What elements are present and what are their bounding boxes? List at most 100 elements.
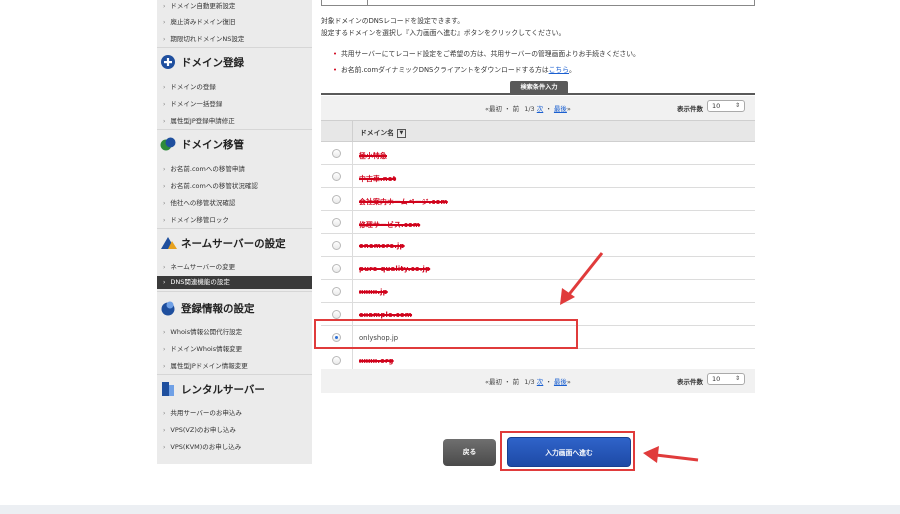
sidebar-item-shared-server[interactable]: › 共用サーバーのお申込み [163, 407, 242, 417]
section-title: ドメイン登録 [181, 56, 244, 69]
sidebar-item-label: ドメイン自動更新設定 [170, 2, 236, 10]
per-page-value: 10 [712, 375, 721, 383]
section-heading-registration-info: 登録情報の設定 [160, 298, 255, 318]
pager: «最初 ・ 前 1/3 次 ・ 最後» [485, 103, 571, 113]
table-row: 会社案内ホームページ.com [321, 188, 755, 211]
section-heading-rental-server: レンタルサーバー [160, 379, 265, 399]
pager-last-link[interactable]: 最後 [554, 105, 567, 113]
sidebar-item-vps-kvm[interactable]: › VPS(KVM)のお申し込み [163, 441, 241, 451]
table-row: onemore.jp [321, 234, 755, 257]
pager-end: » [566, 105, 571, 113]
section-title: ネームサーバーの設定 [181, 237, 286, 250]
divider [157, 374, 312, 375]
sidebar-item-label: ネームサーバーの変更 [170, 263, 236, 271]
domain-name: 会社案内ホームページ.com [359, 198, 448, 206]
domain-name: xxxx.jp [359, 288, 388, 296]
sidebar-item-restore-domain[interactable]: › 廃止済みドメイン復旧 [163, 16, 235, 26]
sidebar-item-nameserver-change[interactable]: › ネームサーバーの変更 [163, 261, 235, 271]
highlight-box [500, 431, 635, 471]
back-button[interactable]: 戻る [443, 439, 496, 466]
notice-item: • お名前.comダイナミックDNSクライアントをダウンロードする方はこちら。 [333, 66, 576, 74]
pager-next-link[interactable]: 次 [537, 378, 544, 386]
sidebar-item-jp-fix[interactable]: › 属性型JP登録申請修正 [163, 115, 235, 125]
sidebar-item-label: 共用サーバーのお申込み [170, 409, 242, 417]
pager-sep: ・ [545, 378, 552, 386]
sidebar-item-transfer-apply[interactable]: › お名前.comへの移管申請 [163, 163, 245, 173]
column-header-label: ドメイン名 [360, 129, 394, 137]
table-row: 極小特急 [321, 142, 755, 165]
nameserver-icon [160, 235, 177, 251]
sidebar-item-label: ドメインWhois情報変更 [170, 345, 243, 353]
chevron-updown-icon: ⇕ [734, 375, 740, 382]
pager-bar-bottom: «最初 ・ 前 1/3 次 ・ 最後» 表示件数 10 ⇕ [321, 369, 755, 393]
sidebar-item-label: Whois情報公開代行設定 [170, 328, 243, 336]
page: › ドメイン自動更新設定 › 廃止済みドメイン復旧 › 期限切れドメインNS設定 ドメ… [0, 0, 900, 514]
section-title: ドメイン移管 [181, 138, 244, 151]
radio-button[interactable] [332, 149, 341, 158]
registration-info-icon [160, 300, 176, 316]
pager-prev: 前 [512, 105, 520, 113]
highlight-box [314, 319, 578, 349]
pager-bar-top: «最初 ・ 前 1/3 次 ・ 最後» 表示件数 10 ⇕ [321, 96, 755, 120]
footer-bar [0, 505, 900, 514]
pager-page: 1/3 [524, 378, 535, 386]
transfer-icon [160, 136, 176, 152]
domain-name: xxxx.org [359, 357, 394, 365]
sort-icon[interactable]: ▼ [396, 128, 406, 138]
sidebar-item-transfer-status[interactable]: › お名前.comへの移管状況確認 [163, 180, 258, 190]
radio-button[interactable] [332, 287, 341, 296]
column-header-domain[interactable]: ドメイン名 ▼ [360, 127, 406, 138]
per-page-select[interactable]: 10 ⇕ [707, 100, 745, 112]
sidebar-item-label: ドメインの登録 [170, 83, 216, 91]
per-page-select[interactable]: 10 ⇕ [707, 373, 745, 385]
sidebar-item-label: 期限切れドメインNS設定 [170, 35, 245, 43]
pager-end: » [566, 378, 571, 386]
sidebar-item-transfer-lock[interactable]: › ドメイン移管ロック [163, 214, 229, 224]
radio-button[interactable] [332, 356, 341, 365]
pager: «最初 ・ 前 1/3 次 ・ 最後» [485, 376, 571, 386]
pager-first: «最初 [485, 378, 502, 386]
plus-circle-icon [160, 54, 176, 70]
pager-sep: ・ [504, 378, 511, 386]
intro-text: 対象ドメインのDNSレコードを設定できます。 [321, 17, 465, 25]
domain-name: pure-quality.co.jp [359, 265, 431, 273]
notice-item: • 共用サーバーにてレコード設定をご希望の方は、共用サーバーの管理画面よりお手続き… [333, 50, 640, 58]
radio-button[interactable] [332, 264, 341, 273]
sidebar-item-dns-settings[interactable]: › DNS関連機能の設定 [157, 276, 312, 289]
intro-text: 設定するドメインを選択し『入力画面へ進む』ボタンをクリックしてください。 [321, 29, 566, 37]
per-page-label: 表示件数 [677, 105, 703, 113]
section-heading-domain-transfer: ドメイン移管 [160, 134, 244, 154]
radio-button[interactable] [332, 310, 341, 319]
section-heading-nameserver: ネームサーバーの設定 [160, 233, 286, 253]
radio-button[interactable] [332, 195, 341, 204]
divider [157, 129, 312, 130]
sidebar-item-expired-ns[interactable]: › 期限切れドメインNS設定 [163, 33, 244, 43]
sidebar-item-label: ドメイン移管ロック [170, 216, 229, 224]
sidebar-item-label: ドメイン一括登録 [170, 100, 223, 108]
radio-button[interactable] [332, 172, 341, 181]
sidebar-item-jp-info-change[interactable]: › 属性型JPドメイン情報変更 [163, 360, 248, 370]
table-header: ドメイン名 ▼ [321, 121, 755, 142]
divider [157, 291, 312, 292]
notice-text: お名前.comダイナミックDNSクライアントをダウンロードする方は [341, 66, 549, 74]
sidebar-item-whois-proxy[interactable]: › Whois情報公開代行設定 [163, 326, 242, 336]
sidebar-item-bulk-register[interactable]: › ドメイン一括登録 [163, 98, 222, 108]
sidebar-item-vps-vz[interactable]: › VPS(VZ)のお申し込み [163, 424, 236, 434]
sidebar-item-domain-register[interactable]: › ドメインの登録 [163, 81, 216, 91]
notice-text: 共用サーバーにてレコード設定をご希望の方は、共用サーバーの管理画面よりお手続きく… [341, 50, 640, 58]
arrow-icon [643, 446, 699, 463]
sidebar-item-label: お名前.comへの移管状況確認 [170, 182, 258, 190]
download-link[interactable]: こちら [549, 66, 569, 74]
pager-last-link[interactable]: 最後 [554, 378, 567, 386]
domain-name: 中古車.net [359, 175, 397, 183]
sidebar-item-whois-change[interactable]: › ドメインWhois情報変更 [163, 343, 242, 353]
radio-button[interactable] [332, 218, 341, 227]
pager-next-link[interactable]: 次 [537, 105, 544, 113]
sidebar-item-auto-renew[interactable]: › ドメイン自動更新設定 [163, 0, 235, 10]
section-heading-domain-registration: ドメイン登録 [160, 52, 244, 72]
table-row: pure-quality.co.jp [321, 257, 755, 280]
pager-sep: ・ [545, 105, 552, 113]
radio-button[interactable] [332, 241, 341, 250]
sidebar-item-other-transfer-status[interactable]: › 他社への移管状況確認 [163, 197, 235, 207]
pager-first: «最初 [485, 105, 502, 113]
